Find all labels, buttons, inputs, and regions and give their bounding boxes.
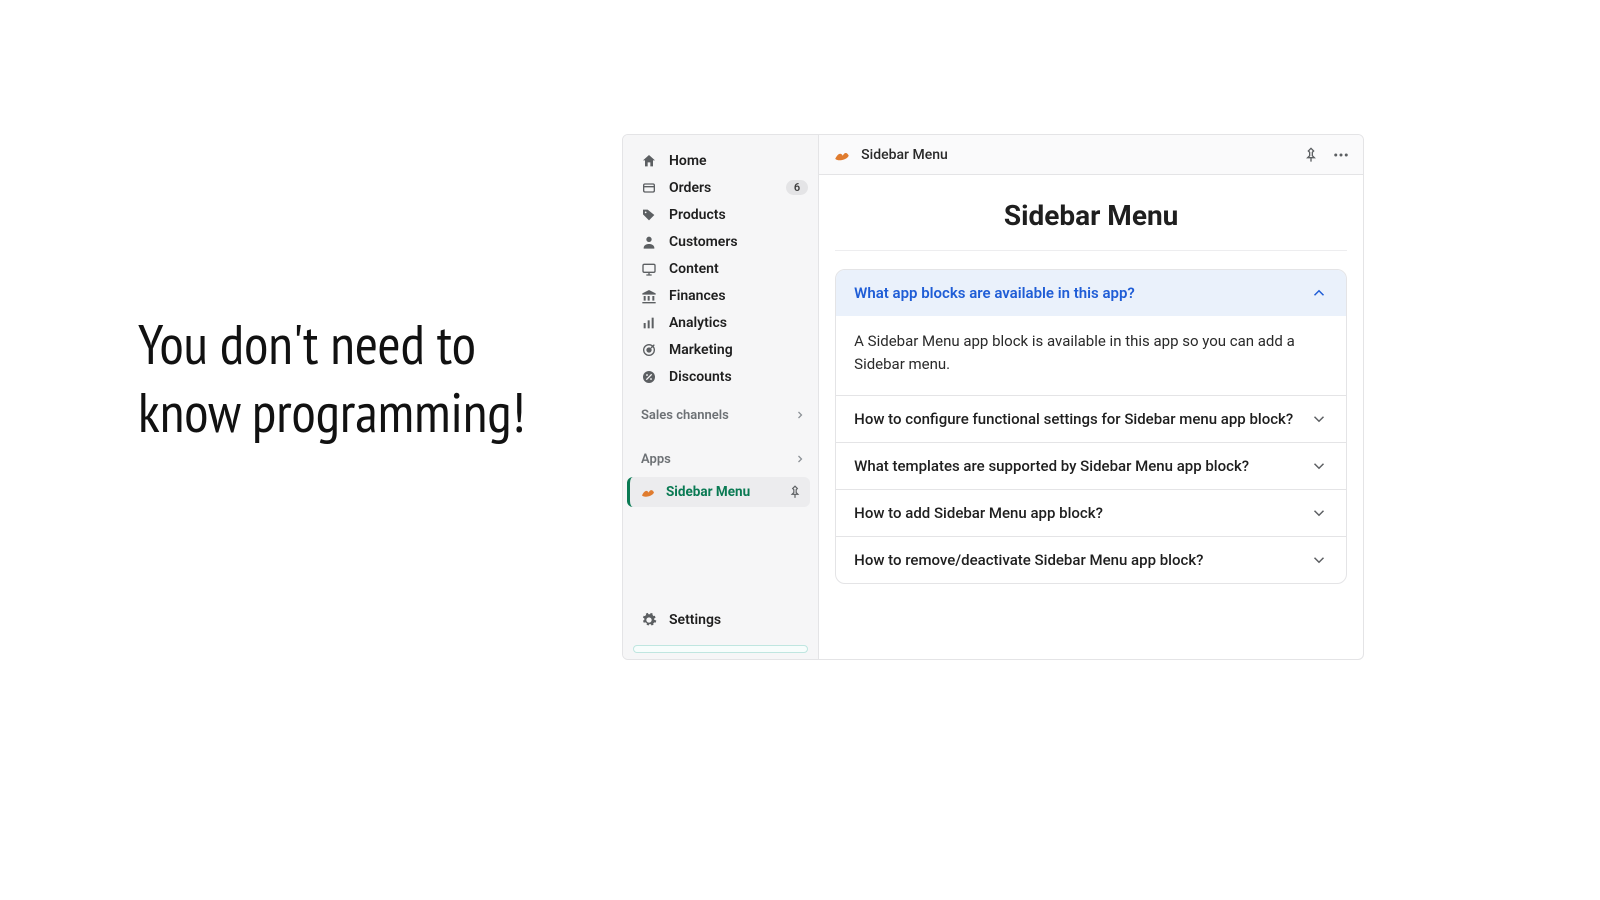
nav-label: Orders (669, 180, 774, 196)
orders-count-badge: 6 (786, 180, 808, 195)
section-sales-channels[interactable]: Sales channels (623, 400, 818, 430)
target-icon (641, 342, 657, 358)
faq-question-toggle[interactable]: What app blocks are available in this ap… (836, 270, 1346, 316)
nav-label: Discounts (669, 369, 808, 385)
section-label: Apps (641, 452, 671, 467)
promo-line-2: know programming! (138, 376, 525, 448)
nav-label: Content (669, 261, 808, 277)
bank-icon (641, 288, 657, 304)
orders-icon (641, 180, 657, 196)
nav-label: Finances (669, 288, 808, 304)
more-button[interactable] (1331, 145, 1351, 165)
faq-item: How to configure functional settings for… (836, 395, 1346, 442)
faq-question-text: How to remove/deactivate Sidebar Menu ap… (854, 551, 1203, 569)
faq-question-toggle[interactable]: How to remove/deactivate Sidebar Menu ap… (836, 537, 1346, 583)
faq-question-text: How to configure functional settings for… (854, 410, 1293, 428)
sidebar-item-analytics[interactable]: Analytics (623, 309, 818, 336)
nav-label: Products (669, 207, 808, 223)
discount-icon (641, 369, 657, 385)
app-logo-icon (833, 146, 851, 164)
pin-button[interactable] (1301, 145, 1321, 165)
faq-question-text: How to add Sidebar Menu app block? (854, 504, 1103, 522)
sidebar-item-marketing[interactable]: Marketing (623, 336, 818, 363)
sidebar-item-settings[interactable]: Settings (623, 605, 818, 635)
sidebar-item-discounts[interactable]: Discounts (623, 363, 818, 390)
faq-question-text: What templates are supported by Sidebar … (854, 457, 1249, 475)
faq-question-toggle[interactable]: What templates are supported by Sidebar … (836, 443, 1346, 489)
chevron-down-icon (1310, 504, 1328, 522)
bars-icon (641, 315, 657, 331)
sidebar-item-home[interactable]: Home (623, 147, 818, 174)
sidebar-bottom-card (633, 645, 808, 653)
nav-label: Customers (669, 234, 808, 250)
section-label: Sales channels (641, 408, 729, 423)
faq-question-toggle[interactable]: How to configure functional settings for… (836, 396, 1346, 442)
faq-question-toggle[interactable]: How to add Sidebar Menu app block? (836, 490, 1346, 536)
chevron-down-icon (1310, 457, 1328, 475)
sidebar-item-products[interactable]: Products (623, 201, 818, 228)
app-logo-icon (640, 484, 656, 500)
person-icon (641, 234, 657, 250)
app-window: Home Orders 6 Products (622, 134, 1364, 660)
faq-item: How to add Sidebar Menu app block? (836, 489, 1346, 536)
pin-icon[interactable] (788, 485, 802, 499)
sidebar-item-orders[interactable]: Orders 6 (623, 174, 818, 201)
page-title: Sidebar Menu (835, 199, 1347, 251)
faq-question-text: What app blocks are available in this ap… (854, 284, 1135, 302)
main-body: Sidebar Menu What app blocks are availab… (819, 175, 1363, 600)
faq-item: What app blocks are available in this ap… (836, 270, 1346, 395)
chevron-right-icon (794, 453, 806, 465)
sidebar-item-content[interactable]: Content (623, 255, 818, 282)
header-title: Sidebar Menu (861, 147, 1291, 163)
home-icon (641, 153, 657, 169)
sidebar-item-customers[interactable]: Customers (623, 228, 818, 255)
main-panel: Sidebar Menu Sidebar Menu What app block (819, 135, 1363, 659)
section-apps[interactable]: Apps (623, 444, 818, 474)
header-actions (1301, 145, 1351, 165)
admin-sidebar: Home Orders 6 Products (623, 135, 819, 659)
nav-label: Settings (669, 612, 721, 628)
app-label: Sidebar Menu (666, 484, 778, 500)
content-icon (641, 261, 657, 277)
faq-item: What templates are supported by Sidebar … (836, 442, 1346, 489)
faq-item: How to remove/deactivate Sidebar Menu ap… (836, 536, 1346, 583)
sidebar-app-sidebar-menu[interactable]: Sidebar Menu (627, 477, 810, 507)
chevron-up-icon (1310, 284, 1328, 302)
gear-icon (641, 612, 657, 628)
chevron-right-icon (794, 409, 806, 421)
nav-label: Analytics (669, 315, 808, 331)
faq-answer: A Sidebar Menu app block is available in… (836, 316, 1346, 395)
promo-headline: You don't need to know programming! (138, 310, 618, 447)
promo-line-1: You don't need to (138, 308, 476, 380)
nav-label: Home (669, 153, 808, 169)
faq-accordion: What app blocks are available in this ap… (835, 269, 1347, 584)
chevron-down-icon (1310, 410, 1328, 428)
nav-label: Marketing (669, 342, 808, 358)
tag-icon (641, 207, 657, 223)
nav-list: Home Orders 6 Products (623, 147, 818, 390)
chevron-down-icon (1310, 551, 1328, 569)
main-header: Sidebar Menu (819, 135, 1363, 175)
sidebar-item-finances[interactable]: Finances (623, 282, 818, 309)
